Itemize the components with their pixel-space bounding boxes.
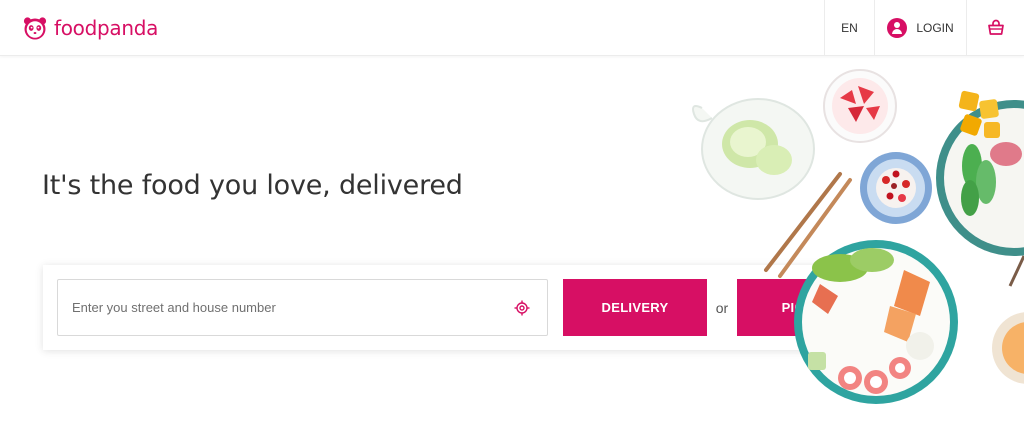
top-header: foodpanda EN LOGIN bbox=[0, 0, 1024, 56]
brand-logo-link[interactable]: foodpanda bbox=[22, 15, 158, 41]
login-label: LOGIN bbox=[916, 21, 954, 35]
user-icon bbox=[887, 18, 908, 38]
strawberry-bowl-image bbox=[823, 69, 897, 143]
pitcher-image bbox=[692, 98, 815, 200]
poke-bowl-image bbox=[936, 90, 1024, 256]
address-field[interactable] bbox=[57, 279, 548, 336]
hero-headline: It's the food you love, delivered bbox=[42, 170, 463, 201]
cart-button[interactable] bbox=[966, 0, 1024, 56]
brand-name: foodpanda bbox=[54, 16, 159, 40]
language-switcher[interactable]: EN bbox=[824, 0, 874, 56]
food-illustration bbox=[692, 69, 1024, 404]
basket-icon bbox=[987, 19, 1004, 35]
side-bowl-image bbox=[992, 312, 1024, 384]
login-button[interactable]: LOGIN bbox=[874, 0, 966, 56]
crosshair-icon[interactable] bbox=[514, 300, 530, 316]
salmon-bowl-image bbox=[794, 240, 958, 404]
language-label: EN bbox=[841, 21, 858, 35]
panda-logo-icon bbox=[23, 17, 47, 40]
chili-bowl-image bbox=[860, 152, 932, 224]
address-input[interactable] bbox=[72, 280, 492, 335]
